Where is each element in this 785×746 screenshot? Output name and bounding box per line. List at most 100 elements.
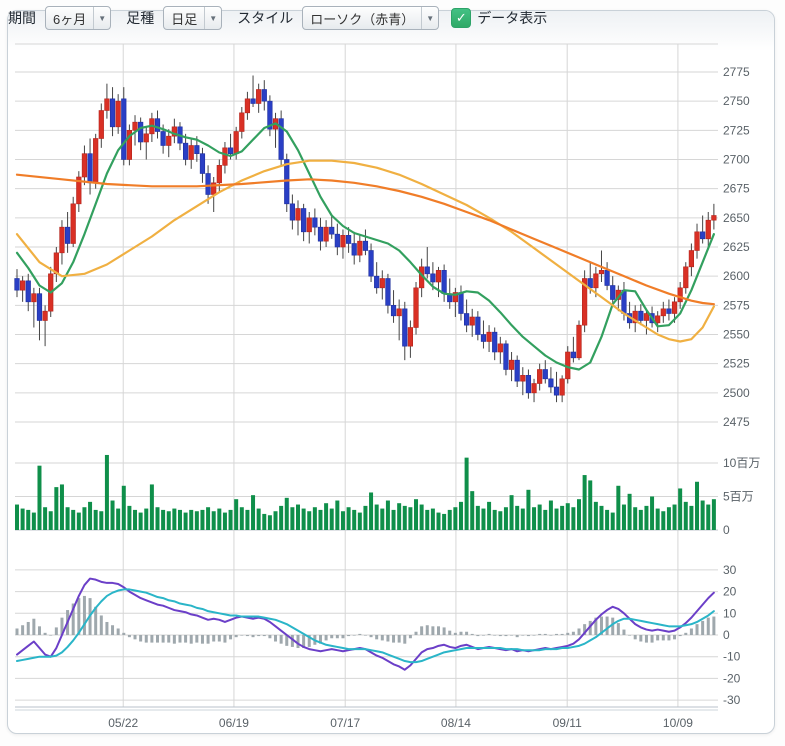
period-dropdown[interactable]: 6ヶ月 ▼ bbox=[45, 6, 111, 30]
macd-histogram-bar bbox=[572, 632, 575, 635]
candle-down bbox=[476, 317, 481, 335]
volume-bar bbox=[504, 507, 508, 530]
style-dropdown[interactable]: ローソク（赤青） ▼ bbox=[302, 6, 439, 30]
macd-histogram-bar bbox=[353, 635, 356, 636]
macd-histogram-bar bbox=[476, 635, 479, 636]
candle-up bbox=[537, 370, 542, 384]
macd-histogram-bar bbox=[622, 630, 625, 635]
candle-down bbox=[335, 234, 340, 247]
volume-axis-tick: 10百万 bbox=[723, 456, 760, 470]
candle-down bbox=[492, 332, 497, 352]
candle-up bbox=[498, 344, 503, 352]
volume-bar bbox=[268, 515, 272, 530]
volume-bar bbox=[633, 507, 637, 530]
volume-bar bbox=[470, 491, 474, 530]
macd-histogram-bar bbox=[459, 632, 462, 635]
volume-bar bbox=[262, 514, 266, 530]
candle-up bbox=[341, 235, 346, 247]
data-display-label: データ表示 bbox=[477, 8, 547, 28]
volume-bar bbox=[459, 502, 463, 530]
volume-bar bbox=[21, 509, 25, 530]
chevron-down-icon[interactable]: ▼ bbox=[421, 7, 438, 29]
candle-down bbox=[554, 387, 559, 395]
chevron-down-icon[interactable]: ▼ bbox=[93, 7, 110, 29]
macd-histogram-bar bbox=[409, 635, 412, 638]
x-axis-tick: 09/11 bbox=[553, 716, 582, 730]
volume-bar bbox=[279, 506, 283, 530]
candle-up bbox=[133, 122, 138, 130]
macd-histogram-bar bbox=[38, 626, 41, 635]
volume-bar bbox=[701, 501, 705, 530]
volume-bar bbox=[712, 499, 716, 530]
price-axis-tick: 2750 bbox=[723, 94, 750, 108]
candle-down bbox=[329, 227, 334, 234]
candle-up bbox=[683, 267, 688, 288]
candle-down bbox=[290, 204, 295, 220]
macd-histogram-bar bbox=[538, 634, 541, 635]
volume-bar bbox=[189, 510, 193, 530]
candle-down bbox=[386, 279, 391, 306]
bartype-label: 足種 bbox=[126, 8, 154, 28]
candle-down bbox=[301, 209, 306, 232]
volume-bar bbox=[156, 507, 160, 530]
volume-bar bbox=[217, 509, 221, 530]
volume-bar bbox=[335, 501, 339, 530]
volume-bar bbox=[526, 490, 530, 530]
macd-histogram-bar bbox=[156, 635, 159, 643]
volume-bar bbox=[60, 484, 64, 530]
macd-histogram-bar bbox=[330, 635, 333, 638]
volume-bar bbox=[408, 507, 412, 530]
volume-bar bbox=[431, 509, 435, 530]
candle-up bbox=[20, 281, 25, 290]
volume-bar bbox=[358, 513, 362, 530]
volume-bar bbox=[442, 514, 446, 530]
volume-axis-tick: 0 bbox=[723, 523, 730, 537]
candle-down bbox=[110, 99, 115, 127]
oscillator-axis-tick: -20 bbox=[723, 671, 741, 685]
macd-histogram-bar bbox=[240, 635, 243, 636]
volume-bar bbox=[307, 511, 311, 530]
macd-histogram-bar bbox=[341, 635, 344, 638]
volume-bar bbox=[487, 502, 491, 530]
data-display-checkbox[interactable]: ✓ bbox=[451, 8, 471, 28]
bartype-dropdown[interactable]: 日足 ▼ bbox=[163, 6, 222, 30]
candle-down bbox=[605, 270, 610, 285]
volume-bar bbox=[206, 507, 210, 530]
macd-histogram-bar bbox=[533, 635, 536, 636]
volume-bar bbox=[644, 506, 648, 530]
oscillator-axis-tick: 30 bbox=[723, 563, 737, 577]
volume-bar bbox=[622, 505, 626, 530]
candle-up bbox=[99, 111, 104, 139]
price-axis-tick: 2650 bbox=[723, 211, 750, 225]
volume-bar bbox=[397, 503, 401, 530]
macd-line bbox=[17, 579, 714, 670]
macd-histogram-bar bbox=[212, 635, 215, 642]
volume-bar bbox=[555, 509, 559, 530]
volume-bar bbox=[54, 487, 58, 530]
volume-bar bbox=[594, 502, 598, 530]
candle-down bbox=[667, 309, 672, 314]
candle-up bbox=[560, 379, 565, 395]
volume-bar bbox=[105, 455, 109, 530]
macd-histogram-bar bbox=[566, 633, 569, 635]
macd-histogram-bar bbox=[707, 618, 710, 635]
macd-histogram-bar bbox=[167, 635, 170, 643]
candle-up bbox=[105, 99, 110, 111]
macd-histogram-bar bbox=[207, 635, 210, 644]
volume-bar bbox=[330, 509, 334, 530]
macd-histogram-bar bbox=[364, 635, 367, 636]
volume-bar bbox=[172, 509, 176, 530]
candle-up bbox=[60, 227, 65, 253]
candle-down bbox=[65, 227, 70, 243]
macd-histogram-bar bbox=[44, 633, 47, 635]
volume-bar bbox=[493, 510, 497, 530]
chevron-down-icon[interactable]: ▼ bbox=[204, 7, 221, 29]
volume-bar bbox=[37, 466, 41, 530]
macd-histogram-bar bbox=[426, 625, 429, 635]
volume-bar bbox=[577, 499, 581, 530]
macd-histogram-bar bbox=[229, 635, 232, 639]
volume-bar bbox=[245, 510, 249, 530]
candle-up bbox=[296, 209, 301, 221]
macd-histogram-bar bbox=[662, 635, 665, 640]
volume-bar bbox=[229, 510, 233, 530]
